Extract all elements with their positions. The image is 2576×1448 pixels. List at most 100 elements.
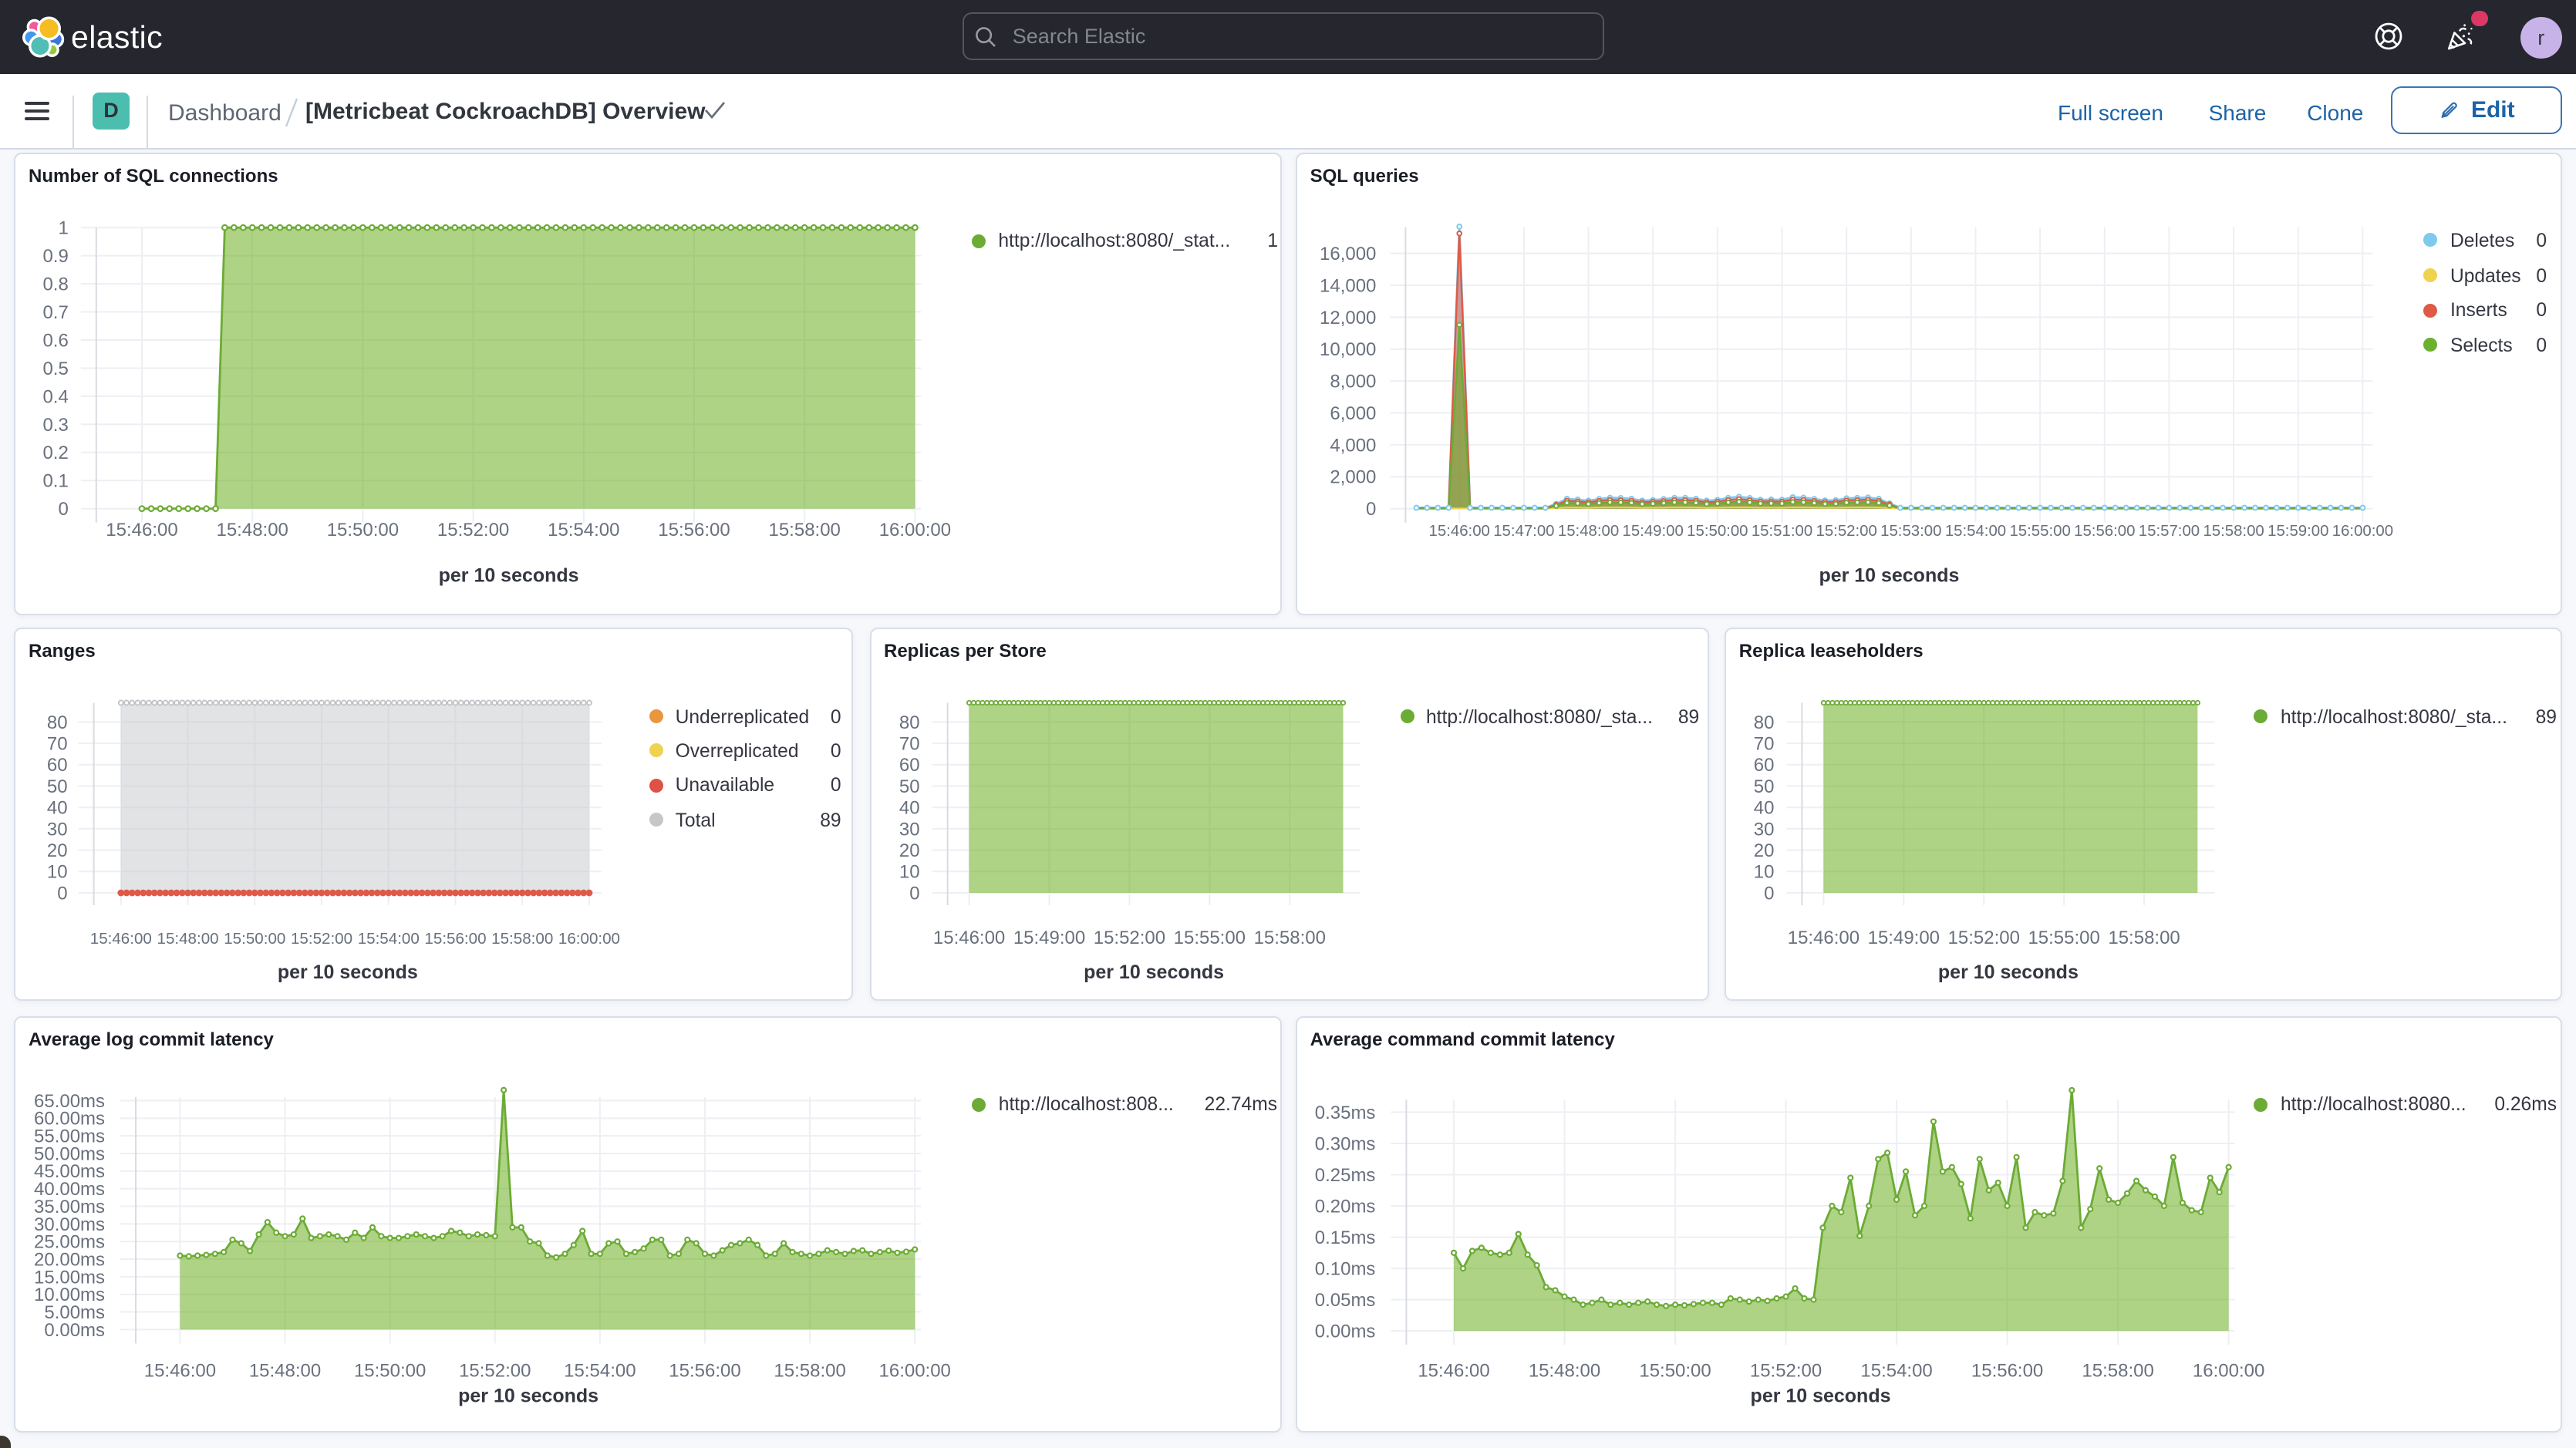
svg-text:15:58:00: 15:58:00 [2082, 1361, 2153, 1382]
svg-text:15:52:00: 15:52:00 [437, 520, 509, 540]
svg-text:6,000: 6,000 [1330, 403, 1376, 424]
svg-text:15:49:00: 15:49:00 [1622, 523, 1683, 540]
svg-text:16:00:00: 16:00:00 [2332, 523, 2392, 540]
svg-text:40: 40 [899, 798, 919, 819]
svg-text:15:46:00: 15:46:00 [932, 928, 1004, 948]
svg-text:0.4: 0.4 [42, 387, 68, 408]
svg-text:15:56:00: 15:56:00 [669, 1361, 740, 1382]
svg-text:15:59:00: 15:59:00 [2267, 523, 2328, 540]
svg-text:14,000: 14,000 [1320, 276, 1376, 297]
svg-text:15:46:00: 15:46:00 [1788, 928, 1860, 948]
svg-text:80: 80 [47, 712, 68, 733]
svg-text:per 10 seconds: per 10 seconds [439, 565, 579, 587]
svg-text:10,000: 10,000 [1320, 340, 1376, 361]
svg-text:15:55:00: 15:55:00 [2009, 523, 2070, 540]
svg-text:16,000: 16,000 [1320, 244, 1376, 265]
svg-text:15:48:00: 15:48:00 [217, 520, 288, 540]
svg-text:15:49:00: 15:49:00 [1013, 928, 1084, 948]
svg-text:15:57:00: 15:57:00 [2138, 523, 2199, 540]
svg-text:10: 10 [47, 862, 68, 883]
svg-text:20: 20 [1754, 841, 1775, 862]
svg-text:15:54:00: 15:54:00 [358, 930, 420, 948]
svg-text:30: 30 [899, 820, 919, 840]
svg-text:0.3: 0.3 [42, 415, 68, 436]
svg-text:40: 40 [47, 798, 68, 819]
svg-text:80: 80 [899, 712, 919, 733]
svg-text:50: 50 [47, 776, 68, 797]
svg-text:50: 50 [899, 776, 919, 797]
svg-text:0.8: 0.8 [42, 274, 68, 295]
svg-text:15:56:00: 15:56:00 [658, 520, 730, 540]
svg-text:15:50:00: 15:50:00 [1687, 523, 1748, 540]
svg-text:15:51:00: 15:51:00 [1751, 523, 1812, 540]
svg-text:15:46:00: 15:46:00 [106, 520, 177, 540]
svg-text:20: 20 [47, 841, 68, 862]
svg-text:10: 10 [899, 862, 919, 883]
svg-text:15:58:00: 15:58:00 [2203, 523, 2264, 540]
svg-text:15:55:00: 15:55:00 [1173, 928, 1245, 948]
svg-text:40: 40 [1754, 798, 1775, 819]
svg-text:0: 0 [58, 500, 68, 520]
svg-text:0: 0 [1764, 884, 1774, 904]
svg-text:15:58:00: 15:58:00 [2108, 928, 2180, 948]
svg-text:15:50:00: 15:50:00 [224, 930, 285, 948]
svg-text:10: 10 [1754, 862, 1775, 883]
svg-text:0.1: 0.1 [42, 471, 68, 492]
svg-text:0.30ms: 0.30ms [1314, 1134, 1375, 1155]
svg-text:15:52:00: 15:52:00 [1749, 1361, 1821, 1382]
svg-text:15:54:00: 15:54:00 [548, 520, 619, 540]
svg-text:0.05ms: 0.05ms [1314, 1290, 1375, 1311]
svg-text:15:58:00: 15:58:00 [1253, 928, 1325, 948]
svg-text:0.2: 0.2 [42, 443, 68, 464]
svg-text:15:50:00: 15:50:00 [1639, 1361, 1711, 1382]
svg-text:per 10 seconds: per 10 seconds [1938, 962, 2079, 984]
svg-text:16:00:00: 16:00:00 [879, 1361, 951, 1382]
svg-text:15:47:00: 15:47:00 [1493, 523, 1554, 540]
svg-text:0.20ms: 0.20ms [1314, 1197, 1375, 1217]
svg-text:8,000: 8,000 [1330, 372, 1376, 392]
svg-text:15:48:00: 15:48:00 [1528, 1361, 1600, 1382]
svg-text:4,000: 4,000 [1330, 436, 1376, 456]
svg-text:70: 70 [1754, 734, 1775, 755]
svg-text:12,000: 12,000 [1320, 308, 1376, 328]
svg-text:15:48:00: 15:48:00 [249, 1361, 321, 1382]
svg-text:15:53:00: 15:53:00 [1880, 523, 1941, 540]
svg-text:15:48:00: 15:48:00 [1557, 523, 1618, 540]
svg-text:0.5: 0.5 [42, 359, 68, 379]
svg-text:15:52:00: 15:52:00 [459, 1361, 531, 1382]
svg-text:16:00:00: 16:00:00 [879, 520, 951, 540]
svg-text:15:54:00: 15:54:00 [564, 1361, 636, 1382]
svg-text:15:50:00: 15:50:00 [327, 520, 399, 540]
svg-text:16:00:00: 16:00:00 [558, 930, 620, 948]
svg-text:0.35ms: 0.35ms [1314, 1103, 1375, 1123]
svg-text:15:58:00: 15:58:00 [774, 1361, 845, 1382]
svg-text:15:58:00: 15:58:00 [491, 930, 553, 948]
svg-text:15:46:00: 15:46:00 [1428, 523, 1489, 540]
svg-text:15:52:00: 15:52:00 [1816, 523, 1876, 540]
svg-text:15:46:00: 15:46:00 [1418, 1361, 1489, 1382]
svg-text:60: 60 [47, 756, 68, 776]
svg-text:per 10 seconds: per 10 seconds [458, 1386, 598, 1407]
svg-text:15:58:00: 15:58:00 [769, 520, 841, 540]
svg-text:0.9: 0.9 [42, 247, 68, 268]
svg-text:1: 1 [58, 218, 68, 239]
svg-text:0: 0 [57, 884, 67, 904]
svg-text:per 10 seconds: per 10 seconds [1083, 962, 1223, 984]
svg-text:60: 60 [899, 756, 919, 776]
svg-text:15:52:00: 15:52:00 [291, 930, 352, 948]
svg-text:per 10 seconds: per 10 seconds [278, 962, 418, 984]
svg-text:70: 70 [47, 734, 68, 755]
svg-text:15:55:00: 15:55:00 [2028, 928, 2099, 948]
svg-text:0: 0 [1366, 500, 1376, 520]
svg-text:0.00ms: 0.00ms [1314, 1322, 1375, 1342]
svg-text:0.25ms: 0.25ms [1314, 1165, 1375, 1186]
svg-text:60: 60 [1754, 756, 1775, 776]
svg-text:15:52:00: 15:52:00 [1947, 928, 2019, 948]
svg-text:15:54:00: 15:54:00 [1860, 1361, 1932, 1382]
svg-text:0.15ms: 0.15ms [1314, 1227, 1375, 1248]
svg-text:15:46:00: 15:46:00 [144, 1361, 216, 1382]
svg-text:0.7: 0.7 [42, 302, 68, 323]
svg-text:20: 20 [899, 841, 919, 862]
svg-text:15:46:00: 15:46:00 [90, 930, 152, 948]
svg-text:15:56:00: 15:56:00 [424, 930, 486, 948]
